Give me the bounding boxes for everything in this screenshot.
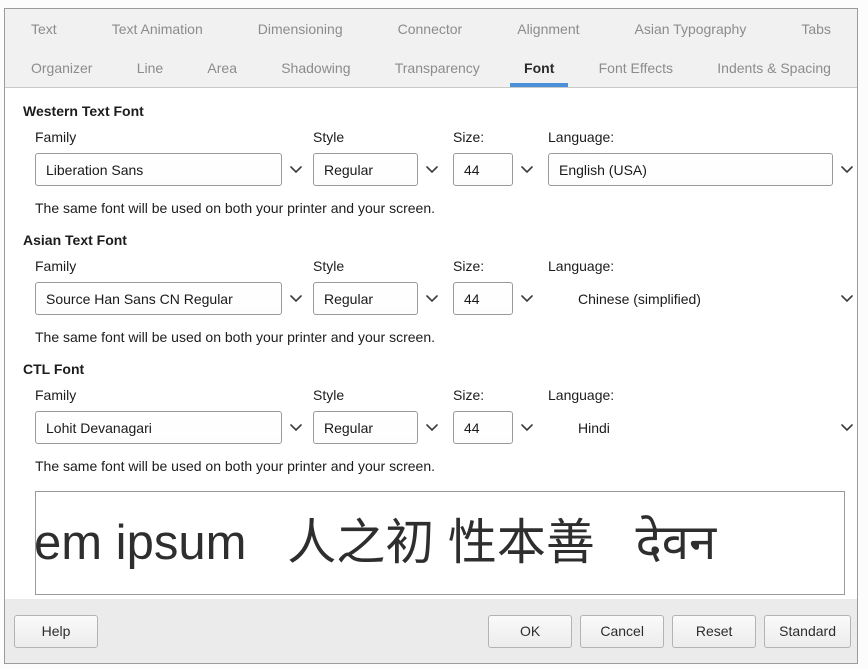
western-size-entry[interactable]: 44 — [453, 153, 513, 186]
section-title: CTL Font — [23, 361, 839, 377]
language-label: Language: — [548, 258, 614, 274]
tab-text-animation[interactable]: Text Animation — [110, 9, 205, 49]
ctl-size-combobox[interactable]: 44 — [453, 411, 533, 444]
help-button[interactable]: Help — [14, 615, 98, 648]
family-label: Family — [35, 387, 76, 403]
western-family-entry[interactable]: Liberation Sans — [35, 153, 282, 186]
font-preview-text: em ipsum 人之初 性本善 देवन — [35, 519, 716, 568]
tab-text[interactable]: Text — [29, 9, 59, 49]
chevron-down-icon[interactable] — [426, 295, 438, 303]
tab-alignment[interactable]: Alignment — [515, 9, 581, 49]
font-tab-page: Western Text Font Family Style Size: Lan… — [5, 88, 857, 599]
section-title: Western Text Font — [23, 103, 839, 119]
chevron-down-icon[interactable] — [841, 295, 853, 303]
size-label: Size: — [453, 258, 484, 274]
language-label: Language: — [548, 387, 614, 403]
chevron-down-icon[interactable] — [290, 166, 302, 174]
tab-tabs[interactable]: Tabs — [799, 9, 833, 49]
chevron-down-icon[interactable] — [290, 295, 302, 303]
asian-language-dropdown[interactable]: Chinese (simplified) — [548, 282, 853, 315]
western-language-combobox[interactable]: English (USA) — [548, 153, 853, 186]
style-label: Style — [313, 129, 344, 145]
section-asian-font: Asian Text Font Family Style Size: Langu… — [23, 232, 839, 345]
tab-strip: Text Text Animation Dimensioning Connect… — [5, 9, 857, 88]
tab-font[interactable]: Font — [522, 49, 556, 87]
tab-indents-spacing[interactable]: Indents & Spacing — [715, 49, 833, 87]
chevron-down-icon[interactable] — [290, 424, 302, 432]
section-ctl-font: CTL Font Family Style Size: Language: Lo… — [23, 361, 839, 474]
ctl-style-entry[interactable]: Regular — [313, 411, 418, 444]
ctl-language-dropdown[interactable]: Hindi — [548, 411, 853, 444]
tab-line[interactable]: Line — [135, 49, 165, 87]
character-dialog: Text Text Animation Dimensioning Connect… — [4, 8, 858, 664]
asian-size-entry[interactable]: 44 — [453, 282, 513, 315]
tab-row-2: Organizer Line Area Shadowing Transparen… — [5, 49, 857, 87]
western-style-combobox[interactable]: Regular — [313, 153, 438, 186]
fields-row: Liberation Sans Regular 44 English (USA) — [23, 153, 839, 186]
western-size-combobox[interactable]: 44 — [453, 153, 533, 186]
tab-asian-typography[interactable]: Asian Typography — [633, 9, 749, 49]
ctl-style-combobox[interactable]: Regular — [313, 411, 438, 444]
labels-row: Family Style Size: Language: — [23, 129, 839, 148]
size-label: Size: — [453, 129, 484, 145]
western-style-entry[interactable]: Regular — [313, 153, 418, 186]
section-title: Asian Text Font — [23, 232, 839, 248]
printer-screen-note: The same font will be used on both your … — [35, 458, 839, 474]
chevron-down-icon[interactable] — [841, 424, 853, 432]
font-preview-box: em ipsum 人之初 性本善 देवन — [35, 491, 845, 595]
tab-shadowing[interactable]: Shadowing — [279, 49, 352, 87]
tab-row-1: Text Text Animation Dimensioning Connect… — [5, 9, 857, 49]
family-label: Family — [35, 258, 76, 274]
asian-language-value[interactable]: Chinese (simplified) — [548, 282, 833, 315]
tab-font-effects[interactable]: Font Effects — [597, 49, 675, 87]
labels-row: Family Style Size: Language: — [23, 258, 839, 277]
ok-button[interactable]: OK — [488, 615, 572, 648]
chevron-down-icon[interactable] — [426, 166, 438, 174]
language-label: Language: — [548, 129, 614, 145]
tab-dimensioning[interactable]: Dimensioning — [256, 9, 345, 49]
asian-family-entry[interactable]: Source Han Sans CN Regular — [35, 282, 282, 315]
printer-screen-note: The same font will be used on both your … — [35, 200, 839, 216]
footer-button-group: OK Cancel Reset Standard — [488, 615, 851, 648]
size-label: Size: — [453, 387, 484, 403]
style-label: Style — [313, 258, 344, 274]
tab-connector[interactable]: Connector — [396, 9, 465, 49]
fields-row: Lohit Devanagari Regular 44 Hindi — [23, 411, 839, 444]
western-family-combobox[interactable]: Liberation Sans — [35, 153, 302, 186]
ctl-language-value[interactable]: Hindi — [548, 411, 833, 444]
dialog-action-area: Help OK Cancel Reset Standard — [5, 599, 857, 663]
labels-row: Family Style Size: Language: — [23, 387, 839, 406]
section-western-font: Western Text Font Family Style Size: Lan… — [23, 103, 839, 216]
western-language-entry[interactable]: English (USA) — [548, 153, 833, 186]
chevron-down-icon[interactable] — [521, 424, 533, 432]
chevron-down-icon[interactable] — [521, 166, 533, 174]
chevron-down-icon[interactable] — [521, 295, 533, 303]
reset-button[interactable]: Reset — [672, 615, 756, 648]
tab-transparency[interactable]: Transparency — [393, 49, 482, 87]
ctl-family-combobox[interactable]: Lohit Devanagari — [35, 411, 302, 444]
asian-style-combobox[interactable]: Regular — [313, 282, 438, 315]
family-label: Family — [35, 129, 76, 145]
ctl-size-entry[interactable]: 44 — [453, 411, 513, 444]
printer-screen-note: The same font will be used on both your … — [35, 329, 839, 345]
asian-family-combobox[interactable]: Source Han Sans CN Regular — [35, 282, 302, 315]
tab-organizer[interactable]: Organizer — [29, 49, 94, 87]
chevron-down-icon[interactable] — [841, 166, 853, 174]
fields-row: Source Han Sans CN Regular Regular 44 Ch… — [23, 282, 839, 315]
tab-area[interactable]: Area — [205, 49, 239, 87]
asian-size-combobox[interactable]: 44 — [453, 282, 533, 315]
style-label: Style — [313, 387, 344, 403]
asian-style-entry[interactable]: Regular — [313, 282, 418, 315]
standard-button[interactable]: Standard — [764, 615, 851, 648]
ctl-family-entry[interactable]: Lohit Devanagari — [35, 411, 282, 444]
chevron-down-icon[interactable] — [426, 424, 438, 432]
cancel-button[interactable]: Cancel — [580, 615, 664, 648]
